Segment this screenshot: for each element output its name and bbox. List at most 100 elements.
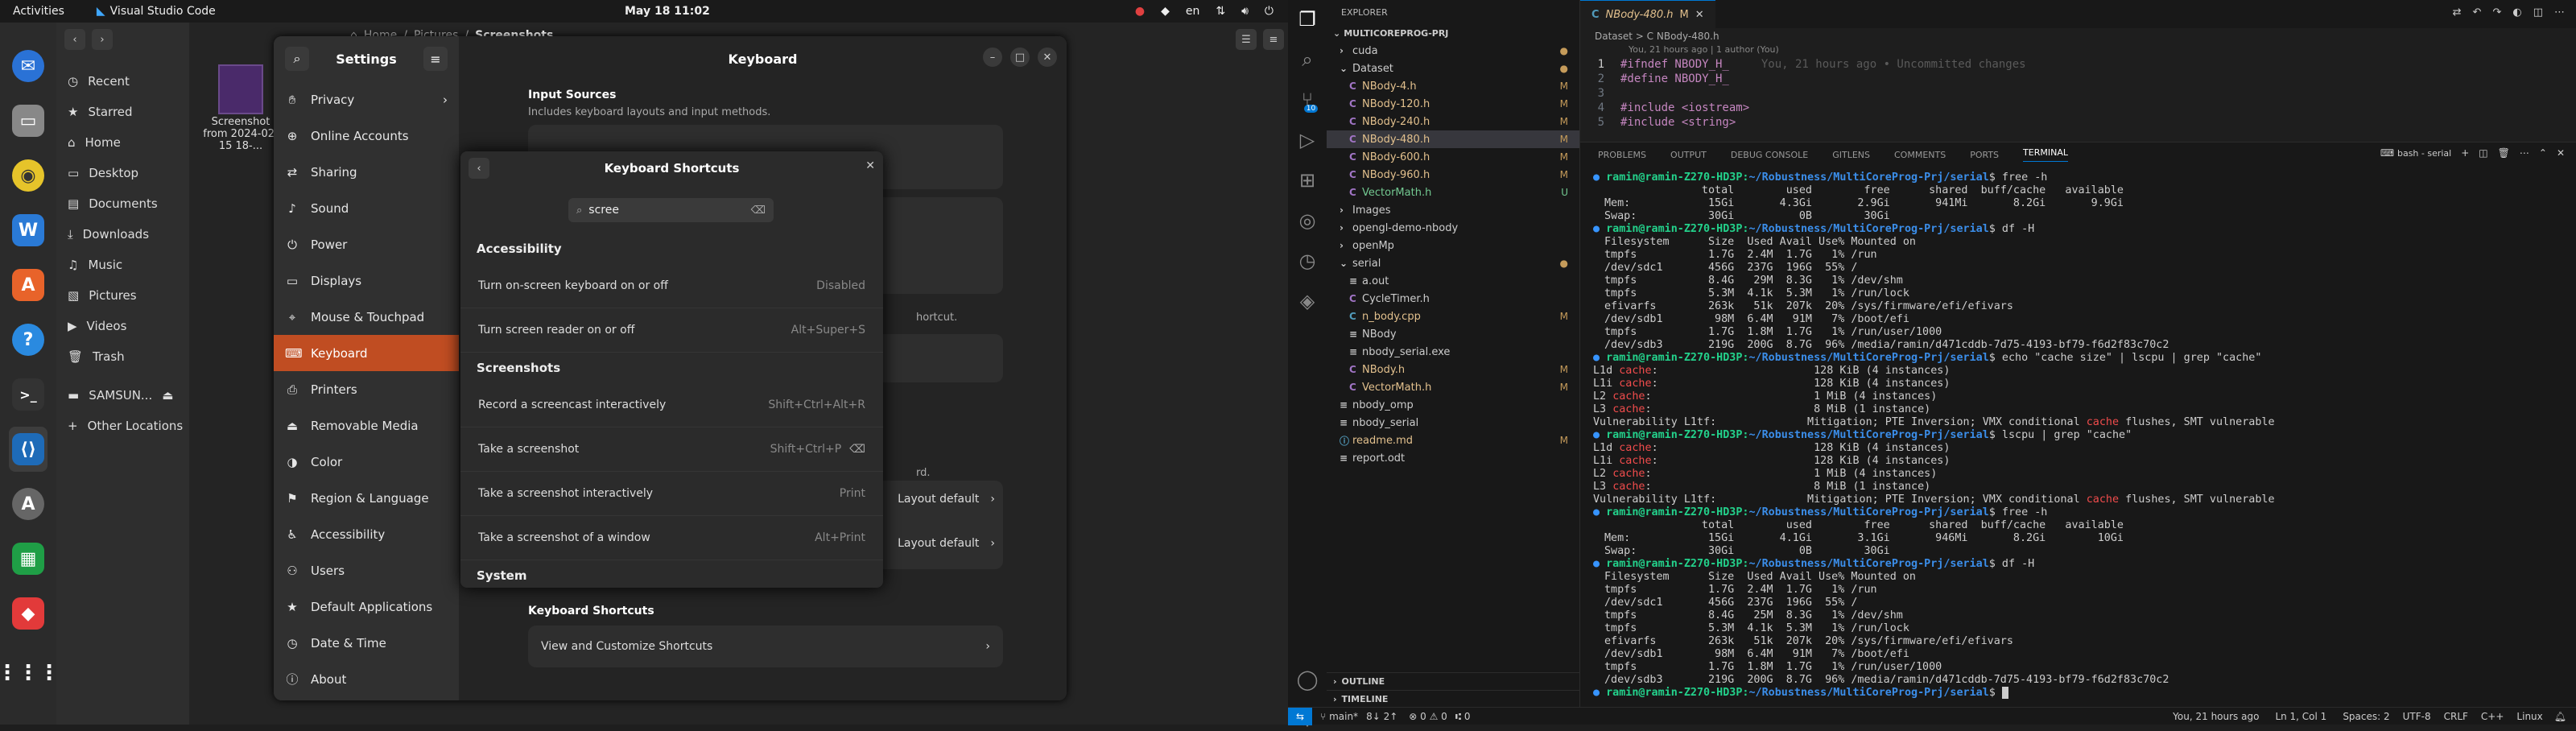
panel-tab-problems[interactable]: PROBLEMS <box>1598 150 1646 160</box>
outline-header[interactable]: › OUTLINE <box>1327 672 1579 690</box>
kill-terminal-icon[interactable]: 🗑︎ <box>2498 147 2510 159</box>
settings-item-keyboard[interactable]: ⌨ Keyboard <box>274 335 459 371</box>
terminal-selector[interactable]: ⌨ bash - serial <box>2380 147 2451 159</box>
clock[interactable]: May 18 11:02 <box>625 5 710 18</box>
sidebar-item-starred[interactable]: ★ Starred <box>56 97 189 127</box>
close-icon[interactable]: ✕ <box>1695 9 1704 21</box>
file-item[interactable]: C NBody-240.h M <box>1327 113 1579 130</box>
network-icon[interactable]: ⇅ <box>1216 5 1225 18</box>
menu-icon[interactable]: ≡ <box>1263 29 1284 50</box>
github-icon[interactable]: ◎ <box>1299 209 1316 232</box>
notifications-icon[interactable]: 🔔︎ <box>2554 711 2566 722</box>
indentation[interactable]: Spaces: 2 <box>2343 711 2389 722</box>
shortcut-row[interactable]: Take a screenshot Shift+Ctrl+P ⌫ <box>460 427 883 472</box>
lang-indicator[interactable]: en <box>1186 5 1200 18</box>
sync-indicator[interactable]: 8↓ 2↑ <box>1366 711 1397 722</box>
settings-item-date-time[interactable]: ◷ Date & Time <box>274 625 459 661</box>
folder-item[interactable]: ⌄ serial ● <box>1327 254 1579 272</box>
folder-item[interactable]: › openMp <box>1327 237 1579 254</box>
more-icon[interactable]: ⋯ <box>2554 6 2565 19</box>
close-icon[interactable]: ✕ <box>1038 47 1057 67</box>
ports-indicator[interactable]: ⑆ 0 <box>1455 711 1471 722</box>
back-icon[interactable]: ‹ <box>64 29 85 50</box>
eol[interactable]: CRLF <box>2444 711 2468 722</box>
view-customize-row[interactable]: View and Customize Shortcuts › <box>528 626 1003 667</box>
maximize-panel-icon[interactable]: ⌃ <box>2539 147 2547 159</box>
sidebar-item-trash[interactable]: 🗑︎ Trash <box>56 341 189 372</box>
settings-item-sound[interactable]: ♪ Sound <box>274 190 459 226</box>
dock-rhythmbox[interactable]: ◉ <box>9 153 47 198</box>
panel-tab-output[interactable]: OUTPUT <box>1670 150 1707 160</box>
blame-indicator[interactable]: You, 21 hours ago <box>2173 711 2259 722</box>
forward-icon[interactable]: › <box>92 29 113 50</box>
settings-item-default-applications[interactable]: ★ Default Applications <box>274 589 459 625</box>
sidebar-item-pictures[interactable]: ▧ Pictures <box>56 280 189 311</box>
settings-item-power[interactable]: ⏻ Power <box>274 226 459 262</box>
folder-item[interactable]: › opengl-demo-nbody <box>1327 219 1579 237</box>
settings-item-sharing[interactable]: ⇄ Sharing <box>274 154 459 190</box>
search-icon[interactable]: ⌕ <box>1302 48 1312 71</box>
file-item[interactable]: C VectorMath.h M <box>1327 378 1579 396</box>
dock-writer[interactable]: W <box>9 208 47 253</box>
sidebar-item-home[interactable]: ⌂ Home <box>56 127 189 158</box>
extensions-icon[interactable]: ⊞ <box>1299 169 1315 192</box>
file-item[interactable]: C NBody-120.h M <box>1327 95 1579 113</box>
dock-help[interactable]: ? <box>9 317 47 362</box>
file-item[interactable]: ≡ nbody_serial.exe <box>1327 343 1579 361</box>
minimize-icon[interactable]: – <box>983 47 1002 67</box>
code-editor[interactable]: 1 #ifndef NBODY_H_ You, 21 hours ago • Unc… <box>1580 57 2576 130</box>
problems-indicator[interactable]: ⊗ 0 ⚠ 0 <box>1409 711 1447 722</box>
shortcut-row[interactable]: Take a screenshot interactively Print <box>460 472 883 516</box>
settings-item-printers[interactable]: ⎙ Printers <box>274 371 459 407</box>
file-item[interactable]: ≡ report.odt <box>1327 449 1579 467</box>
dock-thunderbird[interactable]: ✉ <box>9 43 47 89</box>
file-item[interactable]: ≡ nbody_omp <box>1327 396 1579 414</box>
encoding[interactable]: UTF-8 <box>2403 711 2431 722</box>
sidebar-item-music[interactable]: ♫ Music <box>56 250 189 280</box>
eject-icon[interactable]: ⏏ <box>162 388 173 403</box>
sidebar-item-downloads[interactable]: ⤓ Downloads <box>56 219 189 250</box>
search-input[interactable]: scree <box>588 204 744 217</box>
open-changes-icon[interactable]: ◐ <box>2512 6 2521 19</box>
back-icon[interactable]: ‹ <box>469 158 489 179</box>
language-mode[interactable]: C++ <box>2481 711 2504 722</box>
file-item[interactable]: ≡ NBody <box>1327 325 1579 343</box>
dock-appcenter[interactable]: A <box>9 262 47 308</box>
settings-item-removable-media[interactable]: ⏏ Removable Media <box>274 407 459 444</box>
shortcut-row[interactable]: Turn on-screen keyboard on or off Disable… <box>460 264 883 308</box>
file-item[interactable]: C VectorMath.h U <box>1327 184 1579 201</box>
folder-item[interactable]: › Images <box>1327 201 1579 219</box>
list-view-icon[interactable]: ☰ <box>1236 29 1257 50</box>
power-icon[interactable]: ⏻ <box>1265 5 1274 18</box>
settings-item-color[interactable]: ◑ Color <box>274 444 459 480</box>
maximize-icon[interactable]: □ <box>1010 47 1030 67</box>
shortcut-row[interactable]: Take a screenshot of a window Alt+Print <box>460 516 883 560</box>
file-item[interactable]: C NBody-480.h M <box>1327 130 1579 148</box>
compare-icon[interactable]: ⇄ <box>2453 6 2462 19</box>
sidebar-item-samsung[interactable]: ▬ SAMSUN... ⏏ <box>56 380 189 411</box>
breadcrumb[interactable]: Dataset > C NBody-480.h <box>1580 28 2576 44</box>
gitlens-icon[interactable]: ◈ <box>1300 290 1315 312</box>
record-icon[interactable]: ● <box>1135 5 1145 18</box>
app-menu[interactable]: ◣ Visual Studio Code <box>97 5 216 18</box>
prev-change-icon[interactable]: ↶ <box>2473 6 2482 19</box>
sidebar-item-recent[interactable]: ◷ Recent <box>56 66 189 97</box>
panel-tab-terminal[interactable]: TERMINAL <box>2023 147 2068 162</box>
dock-calc[interactable]: ▦ <box>9 536 47 581</box>
close-icon[interactable]: ✕ <box>865 159 875 172</box>
more-icon[interactable]: ⋯ <box>2520 147 2529 159</box>
sidebar-item-videos[interactable]: ▶ Videos <box>56 311 189 341</box>
project-header[interactable]: ⌄ MULTICOREPROG-PRJ <box>1327 24 1579 42</box>
file-item[interactable]: Screenshot from 2024-02-15 18-... <box>200 64 281 152</box>
tab-nbody-480[interactable]: C NBody-480.h M ✕ <box>1580 0 1715 28</box>
sidebar-item-other-locations[interactable]: + Other Locations <box>56 411 189 441</box>
folder-item[interactable]: ⌄ Dataset ● <box>1327 60 1579 77</box>
terminal[interactable]: ● ramin@ramin-Z270-HD3P:~/Robustness/Mul… <box>1593 171 2559 703</box>
branch-indicator[interactable]: ⑂ main* <box>1320 711 1358 722</box>
shortcut-row[interactable]: Record a screencast interactively Shift+C… <box>460 383 883 427</box>
timeline-header[interactable]: › TIMELINE <box>1327 690 1579 708</box>
split-terminal-icon[interactable]: ◫ <box>2479 147 2487 159</box>
new-terminal-icon[interactable]: + <box>2461 147 2469 159</box>
layout-row[interactable]: Layout default › <box>898 493 995 506</box>
file-item[interactable]: C NBody-960.h M <box>1327 166 1579 184</box>
